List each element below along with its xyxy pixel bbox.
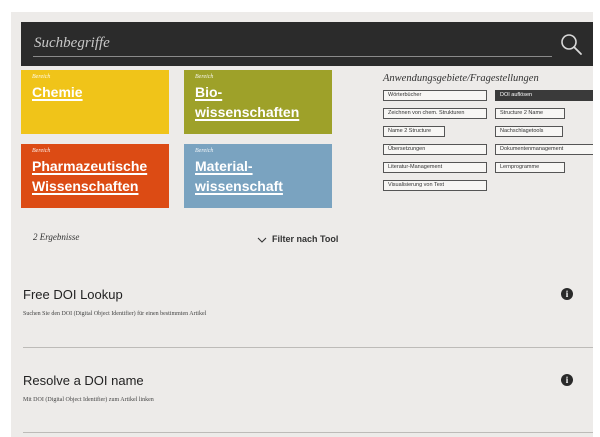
page: Bereich Chemie Bereich Bio- wissenschaft… bbox=[11, 12, 593, 437]
filter-label: Filter nach Tool bbox=[272, 234, 339, 244]
chevron-down-icon bbox=[257, 230, 267, 248]
result-description: Suchen Sie den DOI (Digital Object Ident… bbox=[23, 311, 207, 317]
application-chip[interactable]: Name 2 Structure bbox=[383, 126, 445, 137]
search-bar bbox=[21, 22, 593, 66]
category-prefix: Bereich bbox=[32, 74, 51, 80]
application-chip[interactable]: Wörterbücher bbox=[383, 90, 487, 101]
category-prefix: Bereich bbox=[32, 148, 51, 154]
application-chip[interactable]: Übersetzungen bbox=[383, 144, 487, 155]
category-tile-biowissenschaften[interactable]: Bereich Bio- wissenschaften bbox=[184, 70, 332, 134]
category-name: Pharmazeutische Wissenschaften bbox=[32, 158, 148, 194]
category-tile-pharmazeutische-wissenschaften[interactable]: Bereich Pharmazeutische Wissenschaften bbox=[21, 144, 169, 208]
result-description: Mit DOI (Digital Object Identifier) zum … bbox=[23, 397, 154, 403]
category-name: Material- wissenschaft bbox=[195, 158, 283, 194]
application-chip[interactable]: DOI auflösen bbox=[495, 90, 593, 101]
search-input[interactable] bbox=[33, 30, 552, 57]
search-icon[interactable] bbox=[559, 32, 583, 56]
category-prefix: Bereich bbox=[195, 74, 214, 80]
result-title[interactable]: Resolve a DOI name bbox=[23, 373, 144, 388]
info-icon[interactable]: i bbox=[561, 374, 573, 386]
application-chip[interactable]: Nachschlagetools bbox=[495, 126, 563, 137]
category-tile-chemie[interactable]: Bereich Chemie bbox=[21, 70, 169, 134]
application-chip[interactable]: Structure 2 Name bbox=[495, 108, 565, 119]
application-chip[interactable]: Dokumentenmanagement bbox=[495, 144, 593, 155]
application-chip[interactable]: Zeichnen von chem. Strukturen bbox=[383, 108, 487, 119]
application-chip[interactable]: Visualisierung von Text bbox=[383, 180, 487, 191]
applications-title: Anwendungsgebiete/Fragestellungen bbox=[383, 73, 539, 84]
result-item[interactable]: Free DOI Lookup Suchen Sie den DOI (Digi… bbox=[23, 287, 593, 327]
filter-by-tool-toggle[interactable]: Filter nach Tool bbox=[257, 230, 338, 248]
application-chip[interactable]: Literatur-Management bbox=[383, 162, 487, 173]
result-item[interactable]: Resolve a DOI name Mit DOI (Digital Obje… bbox=[23, 373, 593, 413]
application-chip[interactable]: Lernprogramme bbox=[495, 162, 565, 173]
category-name: Bio- wissenschaften bbox=[195, 84, 300, 120]
info-icon[interactable]: i bbox=[561, 288, 573, 300]
category-tile-materialwissenschaft[interactable]: Bereich Material- wissenschaft bbox=[184, 144, 332, 208]
divider bbox=[23, 432, 593, 433]
result-title[interactable]: Free DOI Lookup bbox=[23, 287, 123, 302]
category-name: Chemie bbox=[32, 84, 83, 100]
divider bbox=[23, 347, 593, 348]
category-prefix: Bereich bbox=[195, 148, 214, 154]
results-count: 2 Ergebnisse bbox=[33, 232, 80, 242]
